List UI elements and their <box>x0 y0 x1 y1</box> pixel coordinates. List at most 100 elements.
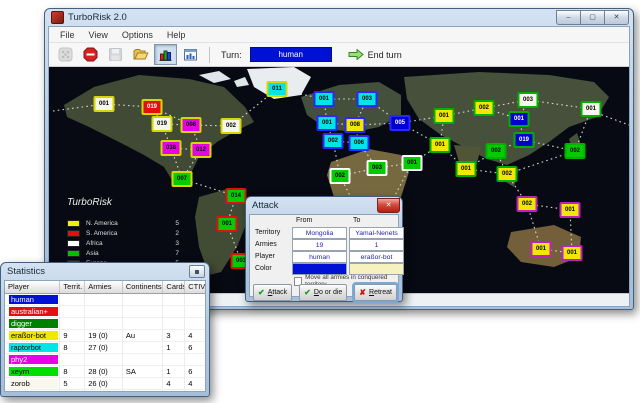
stats-column-header[interactable]: CTIV <box>185 281 205 293</box>
maximize-button[interactable]: ▢ <box>581 10 605 25</box>
stats-row[interactable]: raptorbot 8 27 (0) 1 6 <box>5 342 205 354</box>
territory-marker[interactable]: 003 <box>517 92 539 108</box>
menu-view[interactable]: View <box>82 30 115 40</box>
stats-cell: zorob <box>5 378 61 389</box>
stats-column-header[interactable]: Cards <box>163 281 186 293</box>
minimize-button[interactable]: – <box>556 10 581 25</box>
save-icon[interactable] <box>104 44 127 65</box>
territory-marker[interactable]: 003 <box>356 91 378 107</box>
territory-marker[interactable]: 003 <box>366 160 388 176</box>
menu-help[interactable]: Help <box>160 30 193 40</box>
stats-cell: 3 <box>163 318 186 329</box>
stats-row[interactable]: digger 3 10 (0) 3 4 <box>5 318 205 330</box>
territory-marker[interactable]: 019 <box>141 99 163 115</box>
stats-cell: 28 (0) <box>85 354 123 365</box>
territory-marker[interactable]: 001 <box>93 96 115 112</box>
territory-marker[interactable]: 001 <box>561 245 583 261</box>
open-folder-icon[interactable] <box>129 44 152 65</box>
stats-cell: 23 (0) <box>85 306 123 317</box>
attack-title: Attack <box>252 200 279 211</box>
territory-marker[interactable]: 001 <box>216 216 238 232</box>
territory-marker[interactable]: 008 <box>344 117 366 133</box>
stats-cell: 3 <box>60 318 86 329</box>
close-button[interactable]: ✕ <box>605 10 629 25</box>
check-icon: ✔ <box>258 287 265 297</box>
territory-marker[interactable]: 014 <box>225 188 247 204</box>
player-name-chip: australian+ <box>9 307 59 316</box>
territory-marker[interactable]: 019 <box>151 116 173 132</box>
color-label: Color <box>255 265 272 272</box>
turn-player-field: human <box>249 47 332 62</box>
do-or-die-button[interactable]: ✔ Do or die <box>299 284 348 301</box>
stats-row[interactable]: eraßor-bot 9 19 (0) Au 3 4 <box>5 330 205 342</box>
stats-cell: 4 <box>188 355 193 364</box>
stats-row[interactable]: australian+ 3 23 (0) 4 4 <box>5 306 205 318</box>
statistics-close-button[interactable] <box>189 265 205 278</box>
attack-titlebar[interactable]: Attack ✕ <box>246 197 402 214</box>
territory-marker[interactable]: 002 <box>485 143 507 159</box>
end-turn-button[interactable]: End turn <box>348 49 402 60</box>
player-label: Player <box>255 253 275 260</box>
stats-cell: xeyrn <box>5 366 61 377</box>
territory-marker[interactable]: 001 <box>313 91 335 107</box>
territory-marker[interactable]: 007 <box>171 171 193 187</box>
legend-continent-name: N. America <box>86 220 118 227</box>
menu-file[interactable]: File <box>53 30 82 40</box>
territory-marker[interactable]: 002 <box>329 168 351 184</box>
menu-options[interactable]: Options <box>115 30 160 40</box>
stats-cell <box>123 306 164 317</box>
territory-marker[interactable]: 001 <box>530 241 552 257</box>
territory-marker[interactable]: 001 <box>508 111 530 127</box>
stop-icon[interactable] <box>79 44 102 65</box>
territory-marker[interactable]: 002 <box>220 118 242 134</box>
stats-row[interactable]: zorob 5 26 (0) 4 4 <box>5 378 205 390</box>
retreat-button[interactable]: ✘ Retreat <box>352 282 399 303</box>
stats-row[interactable]: phy2 3 28 (0) 1 4 <box>5 354 205 366</box>
stats-row[interactable]: ..... <box>5 390 205 391</box>
territory-marker[interactable]: 012 <box>190 142 212 158</box>
attack-close-icon[interactable]: ✕ <box>377 198 400 213</box>
territory-marker[interactable]: 001 <box>433 108 455 124</box>
die-icon[interactable] <box>54 44 77 65</box>
territory-marker[interactable]: 038 <box>160 140 182 156</box>
territory-marker[interactable]: 006 <box>348 135 370 151</box>
stats-column-header[interactable]: Armies <box>85 281 123 293</box>
territory-marker[interactable]: 001 <box>559 202 581 218</box>
stats-cell <box>123 342 164 353</box>
territory-marker[interactable]: 002 <box>496 166 518 182</box>
stats-cell: . <box>123 390 164 391</box>
stats-column-header[interactable]: Player <box>5 281 61 293</box>
stats-cell: 1 <box>163 342 186 353</box>
territory-marker[interactable]: 001 <box>401 155 423 171</box>
statistics-table-body: human 3 25 (0) 1 6 australian+ 3 23 (0) 4 4 digger… <box>5 294 205 391</box>
main-titlebar[interactable]: TurboRisk 2.0 – ▢ ✕ <box>45 9 633 26</box>
small-chart-icon[interactable] <box>179 44 202 65</box>
legend-continent-name: Africa <box>86 240 103 247</box>
stats-column-header[interactable]: Territ. <box>60 281 86 293</box>
stats-cell: australian+ <box>5 306 61 317</box>
player-name-chip: human <box>9 295 59 304</box>
territory-marker[interactable]: 001 <box>316 115 338 131</box>
territory-marker[interactable]: 001 <box>429 137 451 153</box>
statistics-titlebar[interactable]: Statistics <box>1 263 209 280</box>
territory-marker[interactable]: 005 <box>389 115 411 131</box>
territory-marker[interactable]: 001 <box>455 161 477 177</box>
stats-column-header[interactable]: Continents <box>123 281 164 293</box>
armies-label: Armies <box>255 241 277 248</box>
territory-marker[interactable]: 002 <box>564 143 586 159</box>
bar-chart-icon[interactable] <box>154 44 177 65</box>
territory-marker[interactable]: 002 <box>473 100 495 116</box>
stats-row[interactable]: human 3 25 (0) 1 6 <box>5 294 205 306</box>
territory-marker[interactable]: 019 <box>513 132 535 148</box>
territory-marker[interactable]: 001 <box>580 101 602 117</box>
attack-button[interactable]: ✔ Attack <box>253 284 293 301</box>
attack-dialog: Attack ✕ From To Territory Armies Player… <box>245 196 404 303</box>
player-name-chip: xeyrn <box>9 367 59 376</box>
stats-row[interactable]: xeyrn 8 28 (0) SA 1 6 <box>5 366 205 378</box>
territory-marker[interactable]: 011 <box>266 81 288 97</box>
territory-marker[interactable]: 008 <box>180 117 202 133</box>
territory-marker[interactable]: 002 <box>322 133 344 149</box>
stats-cell: eraßor-bot <box>5 330 61 341</box>
territory-marker[interactable]: 002 <box>516 196 538 212</box>
stats-cell: 3 <box>163 330 186 341</box>
